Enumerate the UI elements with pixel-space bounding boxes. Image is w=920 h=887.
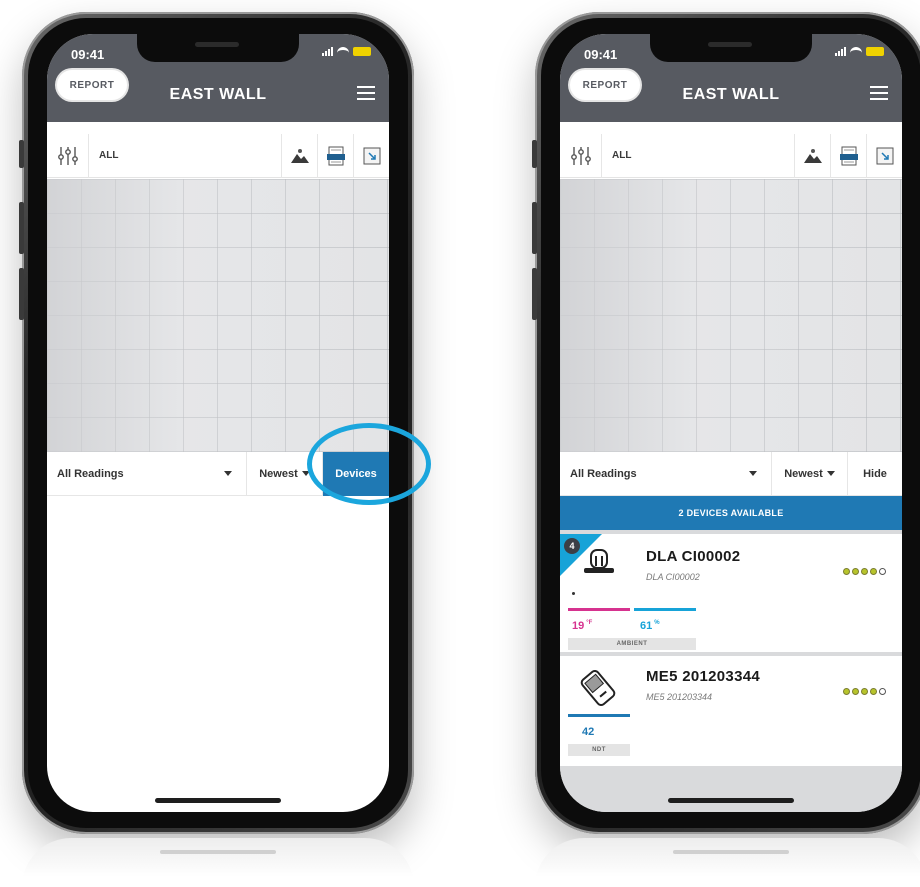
device-title: DLA CI00002 [646,548,741,565]
filter-sliders-icon[interactable] [560,133,602,178]
phone-frame-right: 09:41 REPORT EAST WALL ALL All Readings … [532,12,920,834]
csv-button[interactable] [317,133,353,178]
sort-dropdown[interactable]: Newest [772,451,848,496]
app-header: 09:41 REPORT EAST WALL [47,34,389,122]
signal-dot [861,568,868,575]
filter-sliders-icon[interactable] [47,133,89,178]
device-list: 4 DLA CI00002 DLA CI00002 19 °F 61% AMBIE… [560,530,902,812]
status-icons [835,46,884,56]
signal-dots [843,568,886,575]
readings-dropdown[interactable]: All Readings [47,451,247,496]
cellular-signal-icon [322,46,333,56]
chevron-down-icon [826,471,835,476]
screen-left: 09:41 REPORT EAST WALL ALL All Readings … [47,34,389,812]
sort-dropdown-label: Newest [259,467,298,480]
signal-dot [879,568,886,575]
device-title: ME5 201203344 [646,668,760,685]
volume-up-button [532,202,537,254]
readings-dropdown-label: All Readings [570,467,637,480]
status-time: 09:41 [584,47,618,62]
expand-button[interactable] [866,133,902,178]
volume-down-button [19,268,24,320]
mode-tag: AMBIENT [568,638,696,650]
hide-button[interactable]: Hide [848,452,902,496]
humidity-bar [634,608,696,611]
signal-dot [870,568,877,575]
filter-label: ALL [612,150,632,161]
mute-switch [532,140,537,168]
expand-icon [363,147,380,164]
home-indicator[interactable] [155,798,281,803]
device-card[interactable]: 4 DLA CI00002 DLA CI00002 19 °F 61% AMBIE… [560,534,902,652]
device-subtitle: ME5 201203344 [646,692,713,702]
reading-bar [568,714,630,717]
devices-available-banner: 2 DEVICES AVAILABLE [560,496,902,530]
page-title: EAST WALL [169,86,267,103]
phone-reflection-left [22,838,414,887]
wifi-icon [337,46,349,56]
battery-icon [353,46,371,56]
mute-switch [19,140,24,168]
hat-sensor-icon [582,548,616,583]
image-button[interactable] [794,133,830,178]
image-icon [803,148,822,163]
wifi-icon [850,46,862,56]
signal-dot [870,688,877,695]
csv-button[interactable] [830,133,866,178]
status-dot [572,592,575,595]
expand-button[interactable] [353,133,389,178]
signal-dot [852,688,859,695]
signal-dot [843,568,850,575]
signal-dots [843,688,886,695]
expand-icon [876,147,893,164]
wall-grid-map[interactable] [560,179,902,452]
chevron-down-icon [224,471,232,476]
status-time: 09:41 [71,47,105,62]
toolbar: ALL [47,133,389,178]
device-subtitle: DLA CI00002 [646,572,700,582]
volume-up-button [19,202,24,254]
readings-dropdown[interactable]: All Readings [560,451,772,496]
signal-dot [879,688,886,695]
image-button[interactable] [281,133,317,178]
menu-icon[interactable] [870,86,888,100]
ndt-reading: 42 [582,726,595,738]
home-indicator[interactable] [668,798,794,803]
wall-grid-map[interactable] [47,179,389,452]
page-title: EAST WALL [682,86,780,103]
humidity-reading: 61% [640,620,660,632]
menu-icon[interactable] [357,86,375,100]
screen-right: 09:41 REPORT EAST WALL ALL All Readings … [560,34,902,812]
battery-icon [866,46,884,56]
notch [650,34,812,62]
signal-dot [861,688,868,695]
chevron-down-icon [749,471,757,476]
signal-dot [843,688,850,695]
csv-file-icon [326,146,345,165]
mode-tag: NDT [568,744,630,756]
notch [137,34,299,62]
volume-down-button [532,268,537,320]
temperature-reading: 19 °F [572,620,593,632]
phone-reflection-right [535,838,920,887]
signal-dot [852,568,859,575]
sort-dropdown-label: Newest [784,467,823,480]
meter-icon [578,668,618,713]
device-count-badge: 4 [564,538,580,554]
filter-label: ALL [99,150,119,161]
status-icons [322,46,371,56]
devices-highlight-ring [307,423,431,505]
device-card[interactable]: ME5 201203344 ME5 201203344 42 NDT [560,656,902,766]
filter-bar: All Readings Newest Hide [560,451,902,496]
image-icon [290,148,309,163]
app-header: 09:41 REPORT EAST WALL [560,34,902,122]
toolbar: ALL [560,133,902,178]
csv-file-icon [839,146,858,165]
readings-dropdown-label: All Readings [57,467,124,480]
temperature-bar [568,608,630,611]
cellular-signal-icon [835,46,846,56]
